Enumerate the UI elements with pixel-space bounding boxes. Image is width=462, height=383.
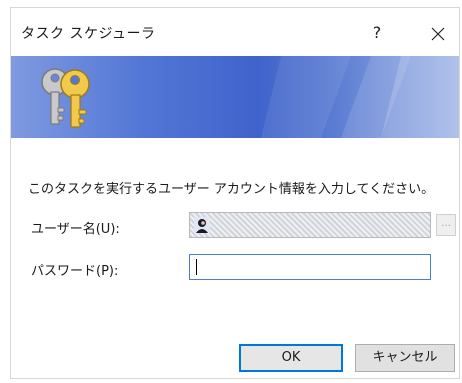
close-icon — [431, 27, 445, 40]
user-avatar-icon — [194, 217, 210, 233]
help-button[interactable]: ? — [362, 18, 392, 48]
credentials-dialog: タスク スケジューラ ? このタスクを実行するユーザー アカウント情報を入力して… — [10, 7, 460, 379]
password-label: パスワード(P): — [31, 264, 119, 279]
window-title: タスク スケジューラ — [21, 26, 156, 42]
title-bar: タスク スケジューラ ? — [11, 8, 459, 56]
username-label: ユーザー名(U): — [31, 222, 120, 237]
cancel-button[interactable]: キャンセル — [355, 344, 455, 372]
close-button[interactable] — [423, 18, 453, 48]
keys-icon — [41, 68, 90, 128]
username-field[interactable] — [189, 212, 431, 238]
header-banner — [11, 56, 459, 138]
banner-decoration — [261, 56, 459, 138]
password-field[interactable] — [189, 254, 431, 280]
instruction-text: このタスクを実行するユーザー アカウント情報を入力してください。 — [28, 182, 435, 197]
ok-button[interactable]: OK — [239, 344, 343, 372]
browse-user-button[interactable]: ... — [436, 214, 456, 236]
text-caret — [196, 259, 197, 275]
